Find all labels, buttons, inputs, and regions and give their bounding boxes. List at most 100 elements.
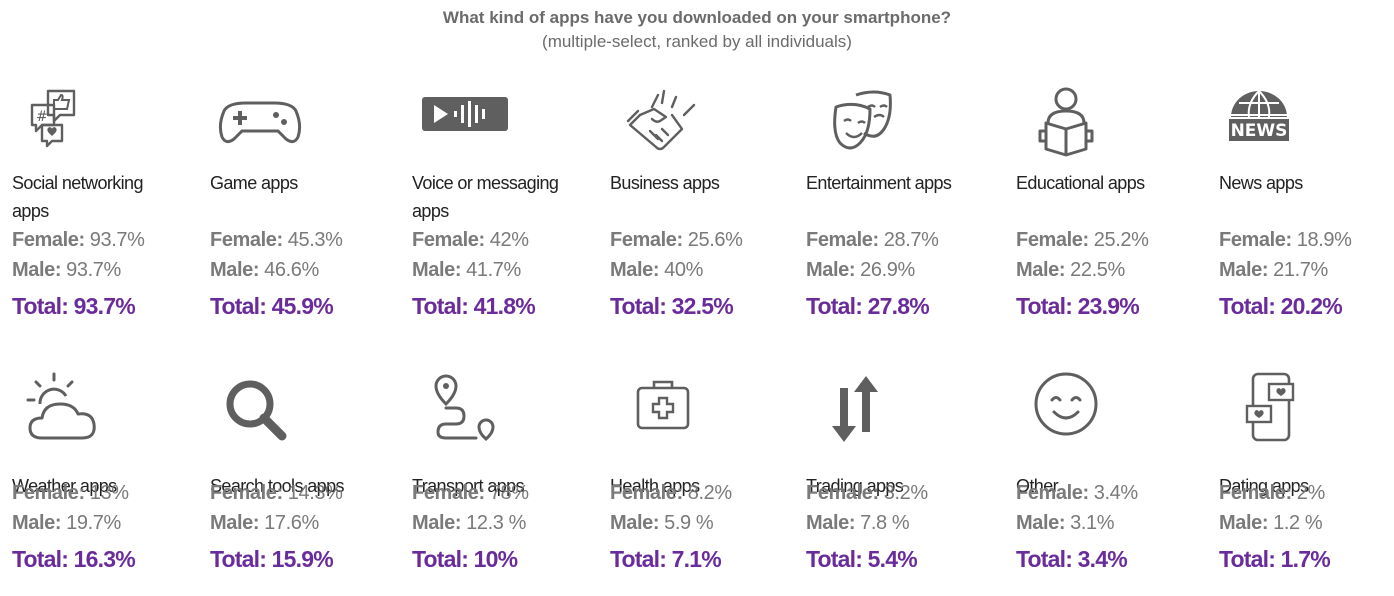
female-stat: Female: 2% xyxy=(1219,478,1330,508)
female-stat-value: 8.2% xyxy=(687,482,732,504)
male-stat-value: 19.7% xyxy=(66,512,121,534)
news-globe-icon: NEWS xyxy=(1219,85,1394,165)
male-stat: Male: 21.7% xyxy=(1219,255,1352,285)
male-stat-value: 26.9% xyxy=(860,259,915,281)
app-card-stats: Female: 45.3% Male: 46.6% Total: 45.9% xyxy=(210,225,343,323)
male-stat-value: 21.7% xyxy=(1273,259,1328,281)
male-stat-label: Male: xyxy=(412,259,462,281)
male-stat: Male: 46.6% xyxy=(210,255,343,285)
total-stat: Total: 41.8% xyxy=(412,293,536,319)
female-stat: Female: 25.2% xyxy=(1016,225,1149,255)
app-card-stats: Female: 2% Male: 1.2 % Total: 1.7% xyxy=(1219,478,1331,576)
app-card-label: Business apps xyxy=(610,173,720,193)
male-stat-value: 22.5% xyxy=(1070,259,1125,281)
total-stat: Total: 16.3% xyxy=(12,546,136,572)
male-stat: Male: 41.7% xyxy=(412,255,535,285)
total-stat: Total: 45.9% xyxy=(210,293,334,319)
chart-subtitle: (multiple-select, ranked by all individu… xyxy=(542,32,852,51)
female-stat-value: 78% xyxy=(489,482,529,504)
male-stat-label: Male: xyxy=(210,259,260,281)
male-stat-value: 17.6% xyxy=(264,512,319,534)
male-stat: Male: 1.2 % xyxy=(1219,508,1330,538)
male-stat: Male: 12.3 % xyxy=(412,508,529,538)
female-stat: Female: 45.3% xyxy=(210,225,343,255)
app-card-stats: Female: 13% Male: 19.7% Total: 16.3% xyxy=(12,478,136,576)
smiley-icon xyxy=(1016,370,1201,450)
chart-header: What kind of apps have you downloaded on… xyxy=(0,6,1394,54)
total-stat: Total: 3.4% xyxy=(1016,546,1128,572)
app-card-label: Entertainment apps xyxy=(806,173,952,193)
reader-icon xyxy=(1016,85,1201,165)
female-stat-value: 28.7% xyxy=(883,229,939,251)
female-stat-label: Female: xyxy=(412,482,485,504)
total-stat: Total: 15.9% xyxy=(210,546,334,572)
male-stat-label: Male: xyxy=(12,259,62,281)
female-stat: Female: 3.2% xyxy=(806,478,928,508)
male-stat-label: Male: xyxy=(1016,259,1066,281)
male-stat-label: Male: xyxy=(412,512,462,534)
female-stat-value: 45.3% xyxy=(287,229,343,251)
male-stat-value: 5.9 % xyxy=(664,512,714,534)
male-stat-value: 93.7% xyxy=(66,259,121,281)
male-stat: Male: 22.5% xyxy=(1016,255,1149,285)
female-stat: Female: 13% xyxy=(12,478,135,508)
male-stat-label: Male: xyxy=(806,259,856,281)
female-stat-label: Female: xyxy=(210,229,283,251)
female-stat-label: Female: xyxy=(210,482,283,504)
app-card-stats: Female: 3.4% Male: 3.1% Total: 3.4% xyxy=(1016,478,1138,576)
female-stat-label: Female: xyxy=(1219,482,1292,504)
male-stat-label: Male: xyxy=(1219,259,1269,281)
female-stat-label: Female: xyxy=(1016,229,1089,251)
female-stat-value: 18.9% xyxy=(1296,229,1352,251)
female-stat-label: Female: xyxy=(610,229,683,251)
news-icon-text: NEWS xyxy=(1231,121,1288,141)
female-stat: Female: 18.9% xyxy=(1219,225,1352,255)
male-stat: Male: 3.1% xyxy=(1016,508,1138,538)
male-stat-value: 3.1% xyxy=(1070,512,1115,534)
app-card-stats: Female: 8.2% Male: 5.9 % Total: 7.1% xyxy=(610,478,732,576)
male-stat-value: 12.3 % xyxy=(466,512,526,534)
app-card-stats: Female: 42% Male: 41.7% Total: 41.8% xyxy=(412,225,536,323)
total-stat: Total: 20.2% xyxy=(1219,293,1343,319)
male-stat-value: 41.7% xyxy=(466,259,521,281)
female-stat-value: 25.6% xyxy=(687,229,743,251)
voice-message-icon xyxy=(412,85,597,165)
app-card-stats: Female: 78% Male: 12.3 % Total: 10% xyxy=(412,478,529,576)
male-stat-label: Male: xyxy=(806,512,856,534)
app-card-label: News apps xyxy=(1219,173,1303,193)
male-stat: Male: 40% xyxy=(610,255,743,285)
search-icon xyxy=(210,370,395,450)
app-card-stats: Female: 3.2% Male: 7.8 % Total: 5.4% xyxy=(806,478,928,576)
female-stat: Female: 42% xyxy=(412,225,535,255)
route-pin-icon xyxy=(412,370,597,450)
svg-text:#: # xyxy=(36,109,48,125)
total-stat: Total: 10% xyxy=(412,546,518,572)
male-stat-value: 40% xyxy=(664,259,703,281)
female-stat: Female: 28.7% xyxy=(806,225,939,255)
up-down-arrows-icon xyxy=(806,370,991,450)
gamepad-icon xyxy=(210,85,395,165)
app-card-label: Educational apps xyxy=(1016,173,1145,193)
chart-title: What kind of apps have you downloaded on… xyxy=(442,8,952,27)
female-stat-value: 13% xyxy=(89,482,129,504)
theater-masks-icon xyxy=(806,85,991,165)
male-stat-label: Male: xyxy=(12,512,62,534)
app-card-stats: Female: 18.9% Male: 21.7% Total: 20.2% xyxy=(1219,225,1352,323)
total-stat: Total: 23.9% xyxy=(1016,293,1140,319)
female-stat-value: 93.7% xyxy=(89,229,145,251)
female-stat: Female: 14.3% xyxy=(210,478,343,508)
male-stat-value: 7.8 % xyxy=(860,512,910,534)
first-aid-kit-icon xyxy=(610,370,795,450)
total-stat: Total: 93.7% xyxy=(12,293,136,319)
female-stat-value: 42% xyxy=(489,229,529,251)
male-stat: Male: 5.9 % xyxy=(610,508,732,538)
male-stat-value: 1.2 % xyxy=(1273,512,1323,534)
female-stat: Female: 93.7% xyxy=(12,225,145,255)
male-stat: Male: 17.6% xyxy=(210,508,343,538)
app-card-label: Game apps xyxy=(210,173,298,193)
female-stat: Female: 8.2% xyxy=(610,478,732,508)
female-stat-value: 3.2% xyxy=(883,482,928,504)
female-stat-label: Female: xyxy=(412,229,485,251)
female-stat-value: 3.4% xyxy=(1093,482,1138,504)
male-stat: Male: 19.7% xyxy=(12,508,135,538)
